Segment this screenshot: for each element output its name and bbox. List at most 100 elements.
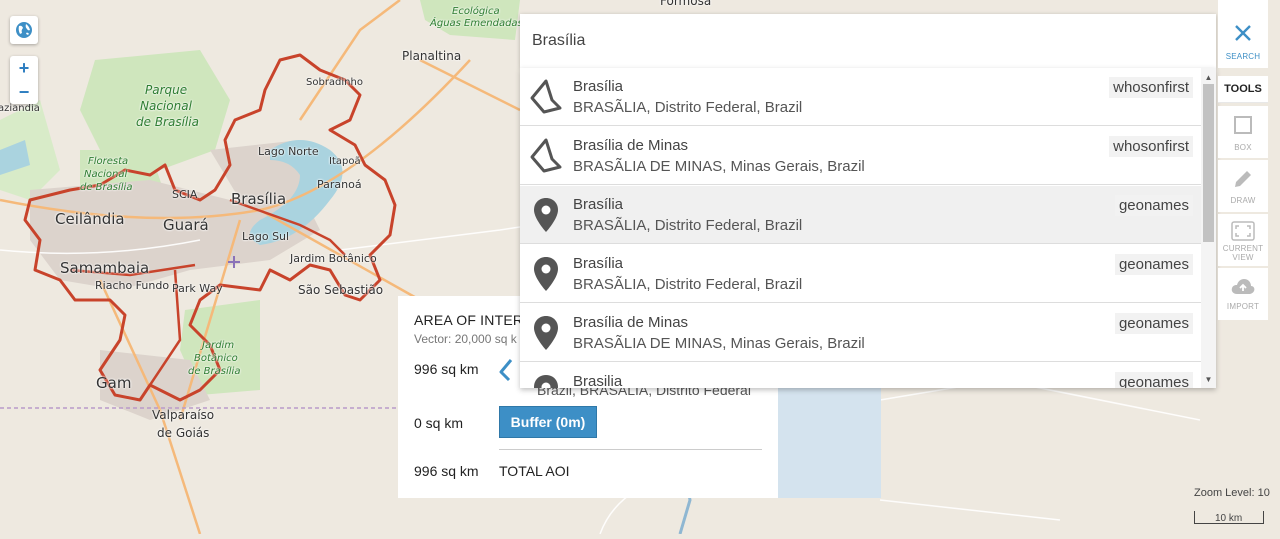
map-label-floresta: Floresta [88, 156, 129, 167]
map-label-floresta-nacional: Nacional [84, 169, 128, 180]
scroll-down-icon[interactable]: ▼ [1201, 372, 1216, 386]
zoom-level-readout: Zoom Level: 10 [1194, 487, 1270, 499]
search-result-item[interactable]: Brasília de Minas BRASÃLIA DE MINAS, Min… [520, 127, 1201, 185]
map-label-park-way: Park Way [172, 282, 223, 295]
result-source-badge: geonames [1114, 313, 1193, 334]
square-icon [1234, 116, 1252, 134]
result-source-badge: whosonfirst [1109, 136, 1193, 157]
search-result-item[interactable]: Brasilia geonames [520, 363, 1201, 388]
aoi-title: AREA OF INTER [414, 312, 524, 328]
result-name: Brasilia [573, 373, 623, 388]
search-results-list: Brasília BRASÃLIA, Distrito Federal, Bra… [520, 68, 1216, 388]
map-label-valparaiso: Valparaíso [152, 408, 215, 422]
aoi-total-area: 996 sq km [414, 463, 479, 479]
scroll-thumb[interactable] [1203, 84, 1214, 242]
result-source-badge: geonames [1114, 195, 1193, 216]
close-icon [1235, 25, 1251, 41]
result-name: Brasília [573, 196, 624, 213]
map-pin-icon [528, 255, 564, 293]
result-name: Brasília de Minas [573, 137, 689, 154]
search-box [520, 14, 1216, 68]
map-label-jardim-botanico: Jardim Botânico [290, 252, 377, 265]
draw-tool-label: DRAW [1230, 196, 1256, 205]
map-label-samambaia: Samambaia [60, 259, 150, 277]
map-water-area [778, 370, 881, 498]
map-label-paranoa: Paranoá [317, 178, 362, 191]
result-source-badge: geonames [1114, 254, 1193, 275]
map-label-sao-sebastiao: São Sebastião [298, 283, 384, 297]
import-tool-button[interactable]: IMPORT [1218, 268, 1268, 320]
result-address: BRASÃLIA, Distrito Federal, Brazil [573, 276, 803, 293]
tools-header: TOOLS [1218, 76, 1268, 103]
box-tool-button[interactable]: BOX [1218, 106, 1268, 158]
map-label-planaltina: Planaltina [402, 49, 462, 63]
map-label-aziandia: aziandia [0, 103, 40, 114]
map-label-nacional: Nacional [140, 99, 192, 113]
map-label-scia: SCIA [172, 188, 198, 201]
current-view-label-2: VIEW [1232, 253, 1254, 262]
aoi-drawn-area: 996 sq km [414, 361, 479, 377]
aoi-subtitle: Vector: 20,000 sq k [414, 332, 517, 346]
draw-tool-button[interactable]: DRAW [1218, 160, 1268, 212]
map-label-jardim: Jardim [202, 340, 235, 351]
map-label-formosa: Formosa [660, 0, 712, 8]
map-label-riacho-fundo: Riacho Fundo [95, 279, 170, 292]
right-toolbar: SEARCH TOOLS BOX DRAW CURRENT VIEW IMPOR… [1218, 0, 1268, 534]
map-label-lago-norte: Lago Norte [258, 145, 319, 158]
current-view-label-1: CURRENT [1222, 244, 1264, 253]
map-label-de-brasilia: de Brasília [136, 115, 199, 129]
result-name: Brasília [573, 78, 624, 95]
map-label-aguas-emendadas: Águas Emendadas [430, 18, 523, 29]
zoom-out-button[interactable]: − [10, 80, 38, 104]
map-label-ecologica: Ecológica [452, 6, 500, 17]
map-label-de-goias: de Goiás [157, 426, 210, 440]
map-label-lago-sul: Lago Sul [242, 230, 290, 243]
search-result-item[interactable]: Brasília BRASÃLIA, Distrito Federal, Bra… [520, 245, 1201, 303]
basemap-toggle-button[interactable] [10, 16, 38, 44]
result-address: BRASÃLIA DE MINAS, Minas Gerais, Brazil [573, 158, 865, 175]
map-pin-icon [528, 196, 564, 234]
polygon-icon [528, 78, 564, 116]
current-view-tool-button[interactable]: CURRENT VIEW [1218, 214, 1268, 266]
pencil-icon [1235, 171, 1251, 187]
scroll-up-icon[interactable]: ▲ [1201, 70, 1216, 84]
aoi-divider [499, 449, 762, 450]
buffer-button[interactable]: Buffer (0m) [499, 406, 597, 438]
zoom-in-button[interactable]: + [10, 56, 38, 80]
result-address: BRASÃLIA DE MINAS, Minas Gerais, Brazil [573, 335, 865, 352]
zoom-control: + − [10, 56, 38, 104]
map-label-floresta-de-brasilia: de Brasília [80, 182, 133, 193]
result-name: Brasília [573, 255, 624, 272]
map-pin-icon [528, 314, 564, 352]
results-scrollbar[interactable]: ▲ ▼ [1201, 68, 1216, 388]
map-label-parque: Parque [145, 83, 188, 97]
map-label-jardim-de-brasilia: de Brasília [188, 366, 241, 377]
search-close-button[interactable]: SEARCH [1218, 0, 1268, 68]
map-label-ceilandia: Ceilândia [55, 210, 125, 228]
box-tool-label: BOX [1234, 143, 1252, 152]
map-label-guara: Guará [163, 216, 209, 234]
polygon-icon [528, 137, 564, 175]
map-label-brasilia: Brasília [231, 190, 287, 208]
map-label-itapoa: Itapoã [329, 156, 361, 167]
result-source-badge: geonames [1114, 372, 1193, 388]
globe-icon [16, 22, 32, 38]
search-tool-label: SEARCH [1225, 52, 1261, 61]
aoi-buffer-area: 0 sq km [414, 415, 464, 431]
aoi-total-label: TOTAL AOI [499, 463, 570, 479]
search-result-item[interactable]: Brasília BRASÃLIA, Distrito Federal, Bra… [520, 186, 1201, 244]
result-source-badge: whosonfirst [1109, 77, 1193, 98]
import-tool-label: IMPORT [1226, 302, 1260, 311]
fullscreen-icon [1231, 221, 1255, 241]
search-input[interactable] [532, 14, 1192, 68]
cloud-upload-icon [1231, 279, 1255, 294]
result-name: Brasília de Minas [573, 314, 689, 331]
result-address: BRASÃLIA, Distrito Federal, Brazil [573, 99, 803, 116]
map-label-sobradinho: Sobradinho [306, 77, 363, 88]
scale-label: 10 km [1215, 513, 1243, 524]
map-pin-icon [528, 373, 564, 388]
map-label-botanico: Botânico [194, 353, 238, 364]
map-label-gama: Gam [96, 374, 132, 392]
search-result-item[interactable]: Brasília BRASÃLIA, Distrito Federal, Bra… [520, 68, 1201, 126]
search-result-item[interactable]: Brasília de Minas BRASÃLIA DE MINAS, Min… [520, 304, 1201, 362]
